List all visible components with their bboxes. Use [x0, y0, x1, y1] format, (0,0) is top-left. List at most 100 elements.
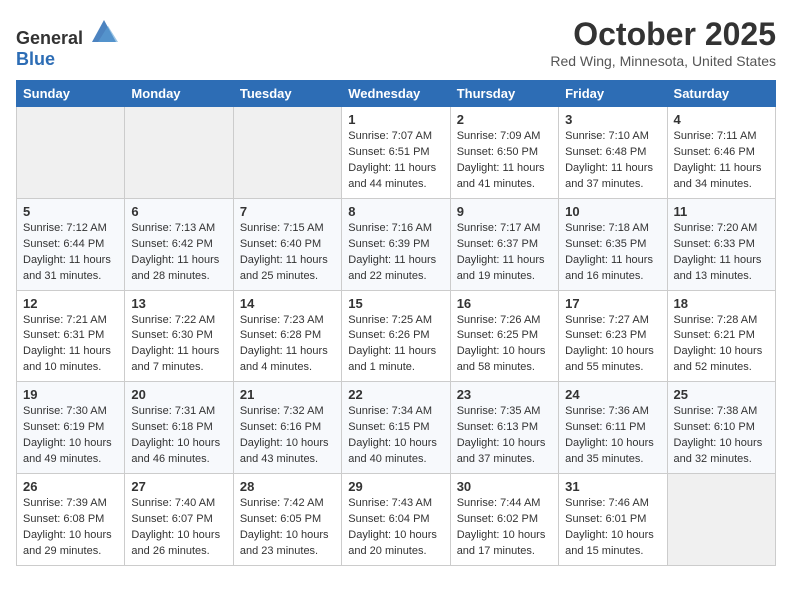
calendar-cell: 3Sunrise: 7:10 AMSunset: 6:48 PMDaylight… [559, 107, 667, 199]
col-header-friday: Friday [559, 81, 667, 107]
day-info: Sunrise: 7:20 AMSunset: 6:33 PMDaylight:… [674, 221, 769, 285]
day-number: 28 [240, 479, 335, 494]
day-number: 6 [131, 204, 226, 219]
calendar-cell: 8Sunrise: 7:16 AMSunset: 6:39 PMDaylight… [342, 198, 450, 290]
day-number: 23 [457, 387, 552, 402]
month-title: October 2025 [550, 16, 776, 53]
day-number: 24 [565, 387, 660, 402]
calendar-cell: 27 Sunrise: 7:40 AMSunset: 6:07 PMDayligh… [125, 474, 233, 566]
calendar-cell: 6 Sunrise: 7:13 AMSunset: 6:42 PMDaylight… [125, 198, 233, 290]
col-header-thursday: Thursday [450, 81, 558, 107]
day-number: 19 [23, 387, 118, 402]
calendar-cell: 24 Sunrise: 7:36 AMSunset: 6:11 PMDayligh… [559, 382, 667, 474]
col-header-saturday: Saturday [667, 81, 775, 107]
calendar-cell: 9 Sunrise: 7:17 AMSunset: 6:37 PMDaylight… [450, 198, 558, 290]
calendar-cell: 2 Sunrise: 7:09 AMSunset: 6:50 PMDaylight… [450, 107, 558, 199]
calendar-cell: 22 Sunrise: 7:34 AMSunset: 6:15 PMDayligh… [342, 382, 450, 474]
day-number: 5 [23, 204, 118, 219]
calendar-cell: 19 Sunrise: 7:30 AMSunset: 6:19 PMDayligh… [17, 382, 125, 474]
location-title: Red Wing, Minnesota, United States [550, 53, 776, 69]
calendar-cell: 28 Sunrise: 7:42 AMSunset: 6:05 PMDayligh… [233, 474, 341, 566]
day-number: 21 [240, 387, 335, 402]
calendar-cell: 18Sunrise: 7:28 AMSunset: 6:21 PMDayligh… [667, 290, 775, 382]
logo-text: General Blue [16, 16, 118, 70]
day-info: Sunrise: 7:07 AMSunset: 6:51 PMDaylight:… [348, 129, 443, 193]
day-info: Sunrise: 7:13 AMSunset: 6:42 PMDaylight:… [131, 221, 226, 285]
logo-icon [90, 16, 118, 44]
calendar-cell: 11Sunrise: 7:20 AMSunset: 6:33 PMDayligh… [667, 198, 775, 290]
logo-general: General [16, 28, 83, 48]
calendar-cell: 25 Sunrise: 7:38 AMSunset: 6:10 PMDayligh… [667, 382, 775, 474]
day-info: Sunrise: 7:43 AMSunset: 6:04 PMDaylight:… [348, 496, 443, 560]
calendar-cell: 21 Sunrise: 7:32 AMSunset: 6:16 PMDayligh… [233, 382, 341, 474]
calendar-cell: 7Sunrise: 7:15 AMSunset: 6:40 PMDaylight… [233, 198, 341, 290]
day-info: Sunrise: 7:18 AMSunset: 6:35 PMDaylight:… [565, 221, 660, 285]
day-number: 27 [131, 479, 226, 494]
day-number: 4 [674, 112, 769, 127]
day-info: Sunrise: 7:12 AMSunset: 6:44 PMDaylight:… [23, 221, 118, 285]
day-info: Sunrise: 7:39 AMSunset: 6:08 PMDaylight:… [23, 496, 118, 560]
calendar-cell: 23 Sunrise: 7:35 AMSunset: 6:13 PMDayligh… [450, 382, 558, 474]
day-info: Sunrise: 7:44 AMSunset: 6:02 PMDaylight:… [457, 496, 552, 560]
calendar-cell: 12Sunrise: 7:21 AMSunset: 6:31 PMDayligh… [17, 290, 125, 382]
calendar-cell: 30Sunrise: 7:44 AMSunset: 6:02 PMDayligh… [450, 474, 558, 566]
day-info: Sunrise: 7:25 AMSunset: 6:26 PMDaylight:… [348, 313, 443, 377]
day-number: 22 [348, 387, 443, 402]
logo-blue: Blue [16, 49, 55, 69]
calendar-cell [233, 107, 341, 199]
day-info: Sunrise: 7:11 AMSunset: 6:46 PMDaylight:… [674, 129, 769, 193]
day-number: 7 [240, 204, 335, 219]
day-info: Sunrise: 7:32 AMSunset: 6:16 PMDaylight:… [240, 404, 335, 468]
day-number: 12 [23, 296, 118, 311]
day-number: 14 [240, 296, 335, 311]
day-info: Sunrise: 7:10 AMSunset: 6:48 PMDaylight:… [565, 129, 660, 193]
calendar-week-row: 19 Sunrise: 7:30 AMSunset: 6:19 PMDayligh… [17, 382, 776, 474]
calendar-week-row: 26 Sunrise: 7:39 AMSunset: 6:08 PMDayligh… [17, 474, 776, 566]
calendar-cell [667, 474, 775, 566]
day-info: Sunrise: 7:36 AMSunset: 6:11 PMDaylight:… [565, 404, 660, 468]
calendar-cell: 5 Sunrise: 7:12 AMSunset: 6:44 PMDaylight… [17, 198, 125, 290]
calendar-cell: 29Sunrise: 7:43 AMSunset: 6:04 PMDayligh… [342, 474, 450, 566]
calendar-cell: 1 Sunrise: 7:07 AMSunset: 6:51 PMDaylight… [342, 107, 450, 199]
day-info: Sunrise: 7:38 AMSunset: 6:10 PMDaylight:… [674, 404, 769, 468]
day-info: Sunrise: 7:26 AMSunset: 6:25 PMDaylight:… [457, 313, 552, 377]
day-number: 2 [457, 112, 552, 127]
calendar-cell: 13Sunrise: 7:22 AMSunset: 6:30 PMDayligh… [125, 290, 233, 382]
day-number: 26 [23, 479, 118, 494]
col-header-tuesday: Tuesday [233, 81, 341, 107]
day-info: Sunrise: 7:30 AMSunset: 6:19 PMDaylight:… [23, 404, 118, 468]
day-number: 15 [348, 296, 443, 311]
day-info: Sunrise: 7:27 AMSunset: 6:23 PMDaylight:… [565, 313, 660, 377]
calendar-cell: 16 Sunrise: 7:26 AMSunset: 6:25 PMDayligh… [450, 290, 558, 382]
day-number: 9 [457, 204, 552, 219]
calendar-cell [17, 107, 125, 199]
day-number: 1 [348, 112, 443, 127]
title-block: October 2025 Red Wing, Minnesota, United… [550, 16, 776, 69]
day-info: Sunrise: 7:17 AMSunset: 6:37 PMDaylight:… [457, 221, 552, 285]
calendar-cell: 4 Sunrise: 7:11 AMSunset: 6:46 PMDaylight… [667, 107, 775, 199]
day-info: Sunrise: 7:09 AMSunset: 6:50 PMDaylight:… [457, 129, 552, 193]
calendar-cell: 15 Sunrise: 7:25 AMSunset: 6:26 PMDayligh… [342, 290, 450, 382]
logo: General Blue [16, 16, 118, 70]
calendar-week-row: 5 Sunrise: 7:12 AMSunset: 6:44 PMDaylight… [17, 198, 776, 290]
day-info: Sunrise: 7:31 AMSunset: 6:18 PMDaylight:… [131, 404, 226, 468]
calendar-table: SundayMondayTuesdayWednesdayThursdayFrid… [16, 80, 776, 566]
day-info: Sunrise: 7:28 AMSunset: 6:21 PMDaylight:… [674, 313, 769, 377]
calendar-week-row: 1 Sunrise: 7:07 AMSunset: 6:51 PMDaylight… [17, 107, 776, 199]
page-header: General Blue October 2025 Red Wing, Minn… [16, 16, 776, 70]
calendar-cell: 14 Sunrise: 7:23 AMSunset: 6:28 PMDayligh… [233, 290, 341, 382]
day-info: Sunrise: 7:16 AMSunset: 6:39 PMDaylight:… [348, 221, 443, 285]
day-number: 17 [565, 296, 660, 311]
col-header-monday: Monday [125, 81, 233, 107]
col-header-sunday: Sunday [17, 81, 125, 107]
day-number: 16 [457, 296, 552, 311]
day-number: 25 [674, 387, 769, 402]
day-number: 10 [565, 204, 660, 219]
day-info: Sunrise: 7:35 AMSunset: 6:13 PMDaylight:… [457, 404, 552, 468]
day-info: Sunrise: 7:34 AMSunset: 6:15 PMDaylight:… [348, 404, 443, 468]
day-info: Sunrise: 7:22 AMSunset: 6:30 PMDaylight:… [131, 313, 226, 377]
day-info: Sunrise: 7:40 AMSunset: 6:07 PMDaylight:… [131, 496, 226, 560]
day-info: Sunrise: 7:42 AMSunset: 6:05 PMDaylight:… [240, 496, 335, 560]
day-info: Sunrise: 7:23 AMSunset: 6:28 PMDaylight:… [240, 313, 335, 377]
col-header-wednesday: Wednesday [342, 81, 450, 107]
